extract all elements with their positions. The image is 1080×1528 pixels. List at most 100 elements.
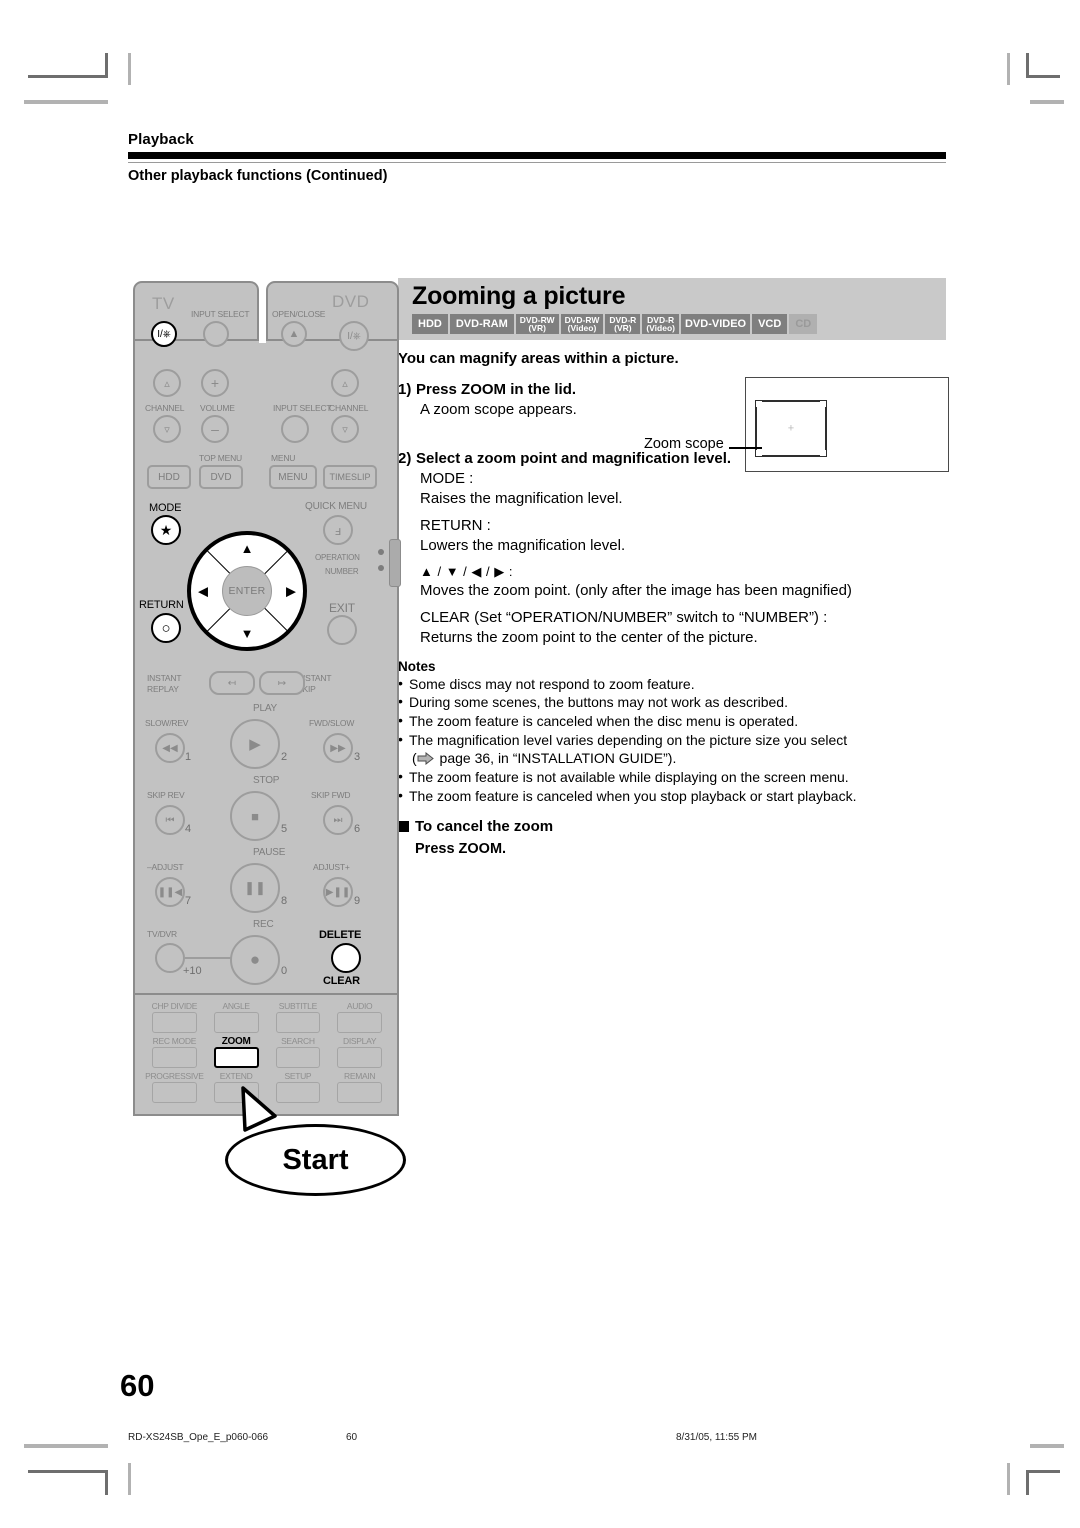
label-tv: TV bbox=[152, 294, 175, 313]
button-input-select-dvd[interactable] bbox=[281, 415, 309, 443]
lid-button-rec-mode[interactable]: REC MODE bbox=[145, 1036, 204, 1069]
button-tv-power[interactable]: I/⎈ bbox=[151, 321, 177, 347]
button-pause[interactable]: ❚❚ bbox=[230, 863, 280, 913]
button-delete-clear[interactable] bbox=[331, 943, 361, 973]
button-rec[interactable]: ● bbox=[230, 935, 280, 985]
lid-button-display[interactable]: DISPLAY bbox=[330, 1036, 389, 1069]
lid-button-key[interactable] bbox=[275, 1012, 321, 1033]
bullet-square-icon bbox=[398, 821, 409, 833]
button-mode[interactable]: ★ bbox=[151, 515, 181, 545]
button-volume-up[interactable]: + bbox=[201, 369, 229, 397]
lid-button-angle[interactable]: ANGLE bbox=[207, 1001, 266, 1034]
note-text: The zoom feature is canceled when you st… bbox=[409, 787, 857, 804]
button-instant-skip[interactable]: ↦ bbox=[259, 671, 305, 695]
label-return: RETURN bbox=[139, 599, 184, 611]
lid-button-key[interactable] bbox=[152, 1047, 197, 1068]
lid-button-subtitle[interactable]: SUBTITLE bbox=[269, 1001, 328, 1034]
button-menu[interactable]: MENU bbox=[269, 465, 317, 489]
main-content: You can magnify areas within a picture. … bbox=[398, 350, 958, 857]
dpad-left-icon[interactable]: ◀ bbox=[198, 585, 208, 598]
lid-button-progressive[interactable]: PROGRESSIVE bbox=[145, 1071, 204, 1104]
chapter-title: Playback bbox=[128, 131, 194, 148]
disc-badge-line1: HDD bbox=[418, 317, 442, 330]
lid-button-zoom[interactable]: ZOOM bbox=[207, 1036, 266, 1069]
button-instant-replay[interactable]: ↤ bbox=[209, 671, 255, 695]
label-skip-rev: SKIP REV bbox=[147, 790, 185, 800]
button-dvd[interactable]: DVD bbox=[199, 465, 243, 489]
key-action: Lowers the magnification level. bbox=[420, 537, 626, 555]
note-text: Some discs may not respond to zoom featu… bbox=[409, 675, 695, 692]
button-play[interactable]: ▶ bbox=[230, 719, 280, 769]
disc-badge-line1: DVD-RAM bbox=[455, 317, 508, 330]
number-3: 3 bbox=[354, 751, 361, 763]
lid-button-search[interactable]: SEARCH bbox=[269, 1036, 328, 1069]
button-adjust-minus[interactable]: ❚❚◀ bbox=[155, 877, 185, 907]
dpad-down-icon[interactable]: ▼ bbox=[241, 627, 254, 640]
disc-badge-dvd-video: DVD-VIDEO bbox=[680, 314, 751, 334]
lid-button-key[interactable] bbox=[213, 1047, 259, 1068]
label-open-close: OPEN/CLOSE bbox=[272, 309, 326, 319]
lid-button-label: SUBTITLE bbox=[278, 1001, 318, 1011]
lid-button-key[interactable] bbox=[275, 1047, 321, 1068]
button-enter[interactable]: ENTER bbox=[222, 566, 272, 616]
button-volume-down[interactable]: – bbox=[201, 415, 229, 443]
switch-operation-number[interactable] bbox=[389, 539, 401, 587]
callout-label: Start bbox=[225, 1124, 406, 1196]
button-return[interactable]: ○ bbox=[151, 613, 181, 643]
button-tv-channel-down[interactable]: ▿ bbox=[153, 415, 181, 443]
footer-page: 60 bbox=[346, 1432, 358, 1443]
button-hdd[interactable]: HDD bbox=[147, 465, 191, 489]
lid-button-remain[interactable]: REMAIN bbox=[330, 1071, 389, 1104]
number-9: 9 bbox=[354, 895, 361, 907]
key-description: RETURN : Lowers the magnification level. bbox=[398, 516, 958, 556]
lid-button-label: DISPLAY bbox=[343, 1036, 377, 1046]
notes-heading: Notes bbox=[398, 658, 436, 674]
button-exit[interactable] bbox=[327, 615, 357, 645]
lid-button-key[interactable] bbox=[152, 1082, 197, 1103]
label-quick-menu: QUICK MENU bbox=[305, 501, 367, 512]
button-fwd-slow[interactable]: ▶▶ bbox=[323, 733, 353, 763]
dpad-up-icon[interactable]: ▲ bbox=[241, 542, 254, 555]
button-skip-rev[interactable]: ⏮ bbox=[155, 805, 185, 835]
button-dvd-channel-down[interactable]: ▿ bbox=[331, 415, 359, 443]
key-description: ▲ / ▼ / ◀ / ▶ : Moves the zoom point. (on… bbox=[398, 563, 958, 601]
key-name: ▲ / ▼ / ◀ / ▶ : bbox=[420, 564, 513, 580]
notes-list: • Some discs may not respond to zoom feat… bbox=[398, 675, 958, 805]
cancel-zoom-block: To cancel the zoom Press ZOOM. bbox=[398, 818, 958, 857]
label-stop: STOP bbox=[253, 775, 280, 786]
lid-button-chp-divide[interactable]: CHP DIVIDE bbox=[145, 1001, 204, 1034]
page-title: Zooming a picture bbox=[412, 282, 626, 310]
key-name: RETURN : bbox=[420, 516, 491, 534]
indicator-operation bbox=[378, 549, 384, 555]
button-timeslip[interactable]: TIMESLIP bbox=[323, 465, 377, 489]
step-1-heading: 1) Press ZOOM in the lid. bbox=[398, 381, 958, 398]
button-tv-dvr[interactable] bbox=[155, 943, 185, 973]
key-description: MODE : Raises the magnification level. bbox=[398, 469, 958, 509]
button-tv-channel-up[interactable]: ▵ bbox=[153, 369, 181, 397]
direction-pad[interactable]: ▲ ▼ ◀ ▶ ENTER bbox=[187, 531, 307, 651]
button-skip-fwd[interactable]: ⏭ bbox=[323, 805, 353, 835]
lid-button-key[interactable] bbox=[152, 1012, 197, 1033]
button-slow-rev[interactable]: ◀◀ bbox=[155, 733, 185, 763]
label-adjust-minus: –ADJUST bbox=[147, 862, 184, 872]
dpad-right-icon[interactable]: ▶ bbox=[286, 585, 296, 598]
lid-button-label: CHP DIVIDE bbox=[151, 1001, 198, 1011]
remote-shell-seam bbox=[259, 281, 266, 343]
lid-button-key[interactable] bbox=[213, 1012, 259, 1033]
callout-tail-icon bbox=[241, 1086, 277, 1132]
button-dvd-power[interactable]: I/⎈ bbox=[339, 321, 369, 351]
button-open-close[interactable]: ▲ bbox=[281, 321, 307, 347]
lid-button-audio[interactable]: AUDIO bbox=[330, 1001, 389, 1034]
label-input-select-tv: INPUT SELECT bbox=[191, 309, 250, 319]
lid-button-key[interactable] bbox=[337, 1012, 382, 1033]
label-menu: MENU bbox=[271, 453, 296, 463]
button-quick-menu[interactable]: ⅎ bbox=[323, 515, 353, 545]
lid-button-key[interactable] bbox=[337, 1082, 382, 1103]
disc-badge-dvd-rw: DVD-RW (Video) bbox=[560, 314, 604, 334]
button-input-select-tv[interactable] bbox=[203, 321, 229, 347]
button-stop[interactable]: ■ bbox=[230, 791, 280, 841]
button-adjust-plus[interactable]: ▶❚❚ bbox=[323, 877, 353, 907]
label-operation: OPERATION bbox=[315, 553, 360, 562]
lid-button-key[interactable] bbox=[337, 1047, 382, 1068]
button-dvd-channel-up[interactable]: ▵ bbox=[331, 369, 359, 397]
